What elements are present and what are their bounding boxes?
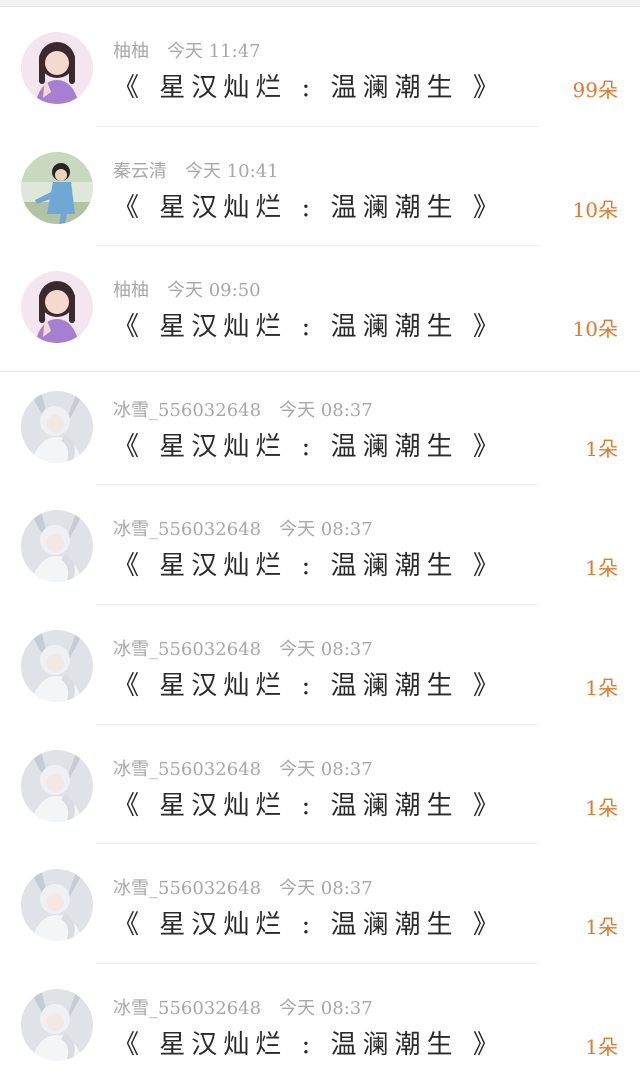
boy-blue-avatar-icon[interactable] (21, 151, 93, 224)
gift-row[interactable]: 冰雪_556032648 今天 08:37 《 星汉灿烂 : 温澜潮生 》 1朵 (0, 725, 640, 845)
gift-meta: 冰雪_556032648 今天 08:37 (113, 396, 373, 422)
gift-time: 今天 10:41 (185, 160, 279, 182)
flower-count: 1朵 (585, 675, 618, 700)
flower-count: 10朵 (572, 197, 618, 222)
sender-name[interactable]: 冰雪_556032648 (113, 519, 261, 540)
book-title[interactable]: 《 星汉灿烂 : 温澜潮生 》 (113, 67, 505, 104)
sender-name[interactable]: 冰雪_556032648 (113, 878, 261, 899)
sender-name[interactable]: 冰雪_556032648 (113, 639, 261, 660)
sender-name[interactable]: 柚柚 (113, 280, 149, 301)
girl-white-avatar-icon[interactable] (21, 390, 93, 463)
book-title[interactable]: 《 星汉灿烂 : 温澜潮生 》 (113, 306, 505, 343)
flower-count: 99朵 (572, 78, 618, 102)
girl-white-avatar-icon[interactable] (21, 629, 93, 702)
gift-row[interactable]: 秦云清 今天 10:41 《 星汉灿烂 : 温澜潮生 》 10朵 (0, 127, 640, 247)
gift-row[interactable]: 冰雪_556032648 今天 08:37 《 星汉灿烂 : 温澜潮生 》 1朵 (0, 485, 640, 605)
sender-name[interactable]: 柚柚 (113, 41, 149, 62)
gift-meta: 柚柚 今天 11:47 (113, 37, 261, 63)
gift-time: 今天 08:37 (279, 878, 373, 900)
gift-time: 今天 08:37 (279, 758, 373, 780)
gift-row[interactable]: 柚柚 今天 11:47 《 星汉灿烂 : 温澜潮生 》 99朵 (0, 7, 640, 127)
flower-count: 1朵 (585, 556, 618, 581)
book-title[interactable]: 《 星汉灿烂 : 温澜潮生 》 (113, 904, 505, 941)
gift-time: 今天 11:47 (167, 41, 261, 62)
girl-purple-avatar-icon[interactable] (21, 271, 93, 344)
gift-time: 今天 08:37 (279, 519, 373, 541)
gift-meta: 秦云清 今天 10:41 (113, 157, 279, 183)
sender-name[interactable]: 秦云清 (113, 161, 167, 182)
gift-meta: 冰雪_556032648 今天 08:37 (113, 635, 373, 661)
girl-white-avatar-icon[interactable] (21, 988, 93, 1061)
gift-meta: 冰雪_556032648 今天 08:37 (113, 874, 373, 900)
book-title[interactable]: 《 星汉灿烂 : 温澜潮生 》 (113, 665, 505, 702)
gift-row[interactable]: 冰雪_556032648 今天 08:37 《 星汉灿烂 : 温澜潮生 》 1朵 (0, 964, 640, 1083)
flower-count: 1朵 (585, 436, 618, 461)
girl-white-avatar-icon[interactable] (21, 749, 93, 822)
gift-row[interactable]: 冰雪_556032648 今天 08:37 《 星汉灿烂 : 温澜潮生 》 1朵 (0, 844, 640, 964)
girl-purple-avatar-icon[interactable] (21, 32, 93, 104)
gift-row[interactable]: 柚柚 今天 09:50 《 星汉灿烂 : 温澜潮生 》 10朵 (0, 246, 640, 366)
gift-row[interactable]: 冰雪_556032648 今天 08:37 《 星汉灿烂 : 温澜潮生 》 1朵 (0, 366, 640, 486)
book-title[interactable]: 《 星汉灿烂 : 温澜潮生 》 (113, 187, 505, 224)
gift-time: 今天 08:37 (279, 399, 373, 421)
book-title[interactable]: 《 星汉灿烂 : 温澜潮生 》 (113, 426, 505, 463)
gift-meta: 冰雪_556032648 今天 08:37 (113, 515, 373, 541)
top-edge (0, 0, 640, 7)
girl-white-avatar-icon[interactable] (21, 869, 93, 942)
girl-white-avatar-icon[interactable] (21, 510, 93, 583)
gift-time: 今天 08:37 (279, 997, 373, 1019)
book-title[interactable]: 《 星汉灿烂 : 温澜潮生 》 (113, 785, 505, 822)
flower-count: 1朵 (585, 915, 618, 940)
book-title[interactable]: 《 星汉灿烂 : 温澜潮生 》 (113, 545, 505, 582)
sender-name[interactable]: 冰雪_556032648 (113, 998, 261, 1019)
flower-count: 1朵 (585, 795, 618, 820)
flower-count: 10朵 (572, 317, 618, 342)
gift-time: 今天 09:50 (167, 280, 261, 302)
gift-meta: 冰雪_556032648 今天 08:37 (113, 994, 373, 1020)
gift-meta: 冰雪_556032648 今天 08:37 (113, 755, 373, 781)
gift-list: 柚柚 今天 11:47 《 星汉灿烂 : 温澜潮生 》 99朵 秦云清 今天 10:… (0, 7, 640, 1083)
gift-time: 今天 08:37 (279, 638, 373, 660)
book-title[interactable]: 《 星汉灿烂 : 温澜潮生 》 (113, 1024, 505, 1061)
sender-name[interactable]: 冰雪_556032648 (113, 400, 261, 421)
gift-meta: 柚柚 今天 09:50 (113, 276, 261, 302)
gift-row[interactable]: 冰雪_556032648 今天 08:37 《 星汉灿烂 : 温澜潮生 》 1朵 (0, 605, 640, 725)
flower-count: 1朵 (585, 1034, 618, 1059)
sender-name[interactable]: 冰雪_556032648 (113, 759, 261, 780)
